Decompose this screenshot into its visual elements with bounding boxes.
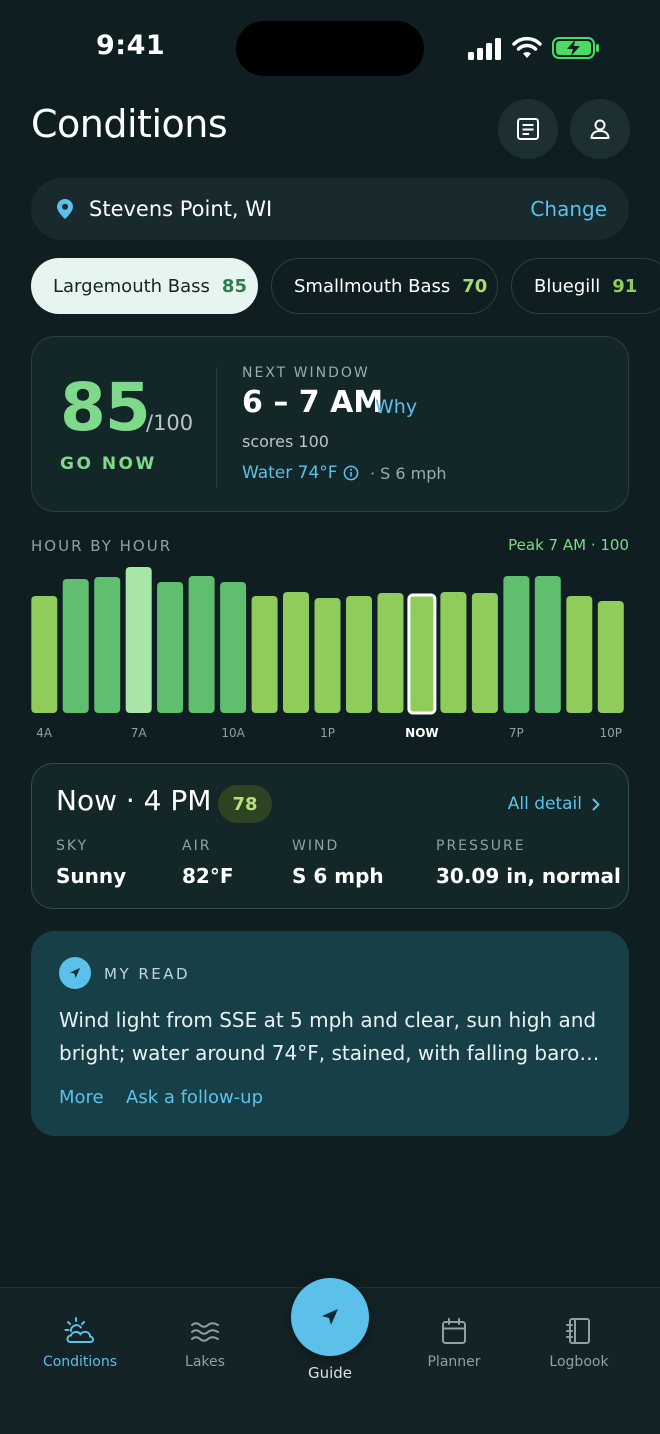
hour-bar-8p[interactable] [534,576,561,713]
species-chip-score: 85 [221,275,247,297]
air-label: AIR [182,838,212,854]
tab-label: Logbook [549,1354,609,1370]
guide-button[interactable] [291,1278,369,1356]
hour-by-hour-chart[interactable]: 4A 7A 10A 1P NOW 7P 10P [0,560,660,750]
change-location-button[interactable]: Change [530,197,607,221]
tab-logbook[interactable]: Logbook [524,1316,634,1370]
waves-icon [191,1322,219,1342]
air-value: 82°F [182,864,234,888]
hour-bar-9p[interactable] [566,596,593,713]
pressure-value: 30.09 in, normal [436,864,621,888]
battery-charging-icon [552,37,599,59]
peak-label: Peak 7 AM · 100 [508,536,629,554]
guide-arrow-icon [59,957,91,989]
tab-lakes[interactable]: Lakes [150,1316,260,1370]
wifi-icon [512,36,542,58]
ask-follow-up-button[interactable]: Ask a follow-up [126,1087,263,1108]
my-read-caption: MY READ [104,965,191,983]
notebook-icon [566,1318,590,1344]
hour-bar-6a[interactable] [94,577,121,713]
x-tick-label: 7A [131,726,148,740]
dynamic-island [236,21,424,76]
hour-by-hour-caption: HOUR BY HOUR [31,537,173,555]
hour-bar-5a[interactable] [62,579,89,713]
species-chip-bluegill[interactable]: Bluegill 91 [511,258,660,314]
x-tick-label: 10A [221,726,245,740]
hour-bar-1p[interactable] [314,598,341,713]
x-tick-label: NOW [405,726,438,740]
tab-label: Planner [427,1354,481,1370]
score-card: 85 /100 GO NOW NEXT WINDOW 6 – 7 AM Why … [31,336,629,512]
hour-bar-2p[interactable] [346,596,372,713]
tab-planner[interactable]: Planner [399,1316,509,1370]
tab-label: Conditions [42,1354,118,1370]
signal-icon [468,38,501,60]
sun-cloud-icon [64,1317,95,1343]
divider [216,367,217,487]
species-chip-largemouth-bass[interactable]: Largemouth Bass 85 [31,258,258,314]
tab-guide-label[interactable]: Guide [290,1364,370,1382]
my-read-card: MY READ Wind light from SSE at 5 mph and… [31,931,629,1136]
page-title: Conditions [31,102,228,146]
calendar-icon [442,1318,466,1344]
hour-bar-10p[interactable] [597,601,624,713]
hour-bar-11a[interactable] [251,596,278,713]
tab-conditions[interactable]: Conditions [25,1316,135,1370]
now-title: Now · 4 PM [56,784,212,817]
hour-bar-12p[interactable] [283,592,309,713]
now-card[interactable]: Now · 4 PM 78 All detail SKY Sunny AIR 8… [31,763,629,909]
navigation-arrow-icon [322,1309,338,1325]
location-name: Stevens Point, WI [89,197,273,221]
x-tick-label: 10P [600,726,623,740]
location-bar[interactable]: Stevens Point, WI Change [31,178,629,240]
sky-value: Sunny [56,864,127,888]
species-chip-label: Smallmouth Bass [294,275,451,297]
document-icon [517,118,539,140]
x-tick-label: 7P [509,726,524,740]
sky-label: SKY [56,838,89,854]
hour-bar-9a[interactable] [188,576,215,713]
more-button[interactable]: More [59,1087,104,1108]
wind-value: S 6 mph [292,864,384,888]
hour-bar-7a[interactable] [125,567,152,713]
status-time: 9:41 [96,30,166,61]
score-verdict: GO NOW [60,454,157,474]
location-pin-icon [57,199,73,219]
all-detail-label: All detail [507,794,582,814]
hour-bar-6p[interactable] [471,593,498,713]
profile-button[interactable] [570,99,630,159]
hour-bar-8a[interactable] [157,582,184,713]
hour-bar-5p[interactable] [440,592,467,713]
now-score-badge: 78 [218,785,272,823]
notes-button[interactable] [498,99,558,159]
hour-bar-now[interactable] [407,593,437,715]
species-chip-label: Bluegill [534,275,601,297]
x-tick-label: 4A [36,726,53,740]
next-window-score: scores 100 [242,432,329,451]
person-icon [590,119,610,139]
species-chip-label: Largemouth Bass [53,275,210,297]
next-window-caption: NEXT WINDOW [242,365,370,381]
water-temperature: Water 74°F [242,463,338,483]
species-chip-smallmouth-bass[interactable]: Smallmouth Bass 70 [271,258,498,314]
info-icon[interactable] [343,465,359,481]
wind-summary: · S 6 mph [370,464,447,483]
hour-bar-4a[interactable] [31,596,58,713]
wind-label: WIND [292,838,340,854]
hour-bar-10a[interactable] [220,582,247,713]
score-denominator: /100 [146,411,194,435]
x-tick-label: 1P [320,726,335,740]
next-window-time: 6 – 7 AM [242,385,384,420]
why-link[interactable]: Why [375,396,417,418]
species-chip-score: 91 [612,275,638,297]
all-detail-link[interactable]: All detail [508,794,600,814]
tab-label: Lakes [185,1354,225,1370]
hour-bar-3p[interactable] [377,593,404,713]
chevron-right-icon [592,798,600,810]
my-read-body: Wind light from SSE at 5 mph and clear, … [59,1008,600,1065]
score-value: 85 [60,369,151,446]
species-chip-score: 70 [462,275,488,297]
hour-bar-7p[interactable] [503,576,530,713]
pressure-label: PRESSURE [436,838,526,854]
